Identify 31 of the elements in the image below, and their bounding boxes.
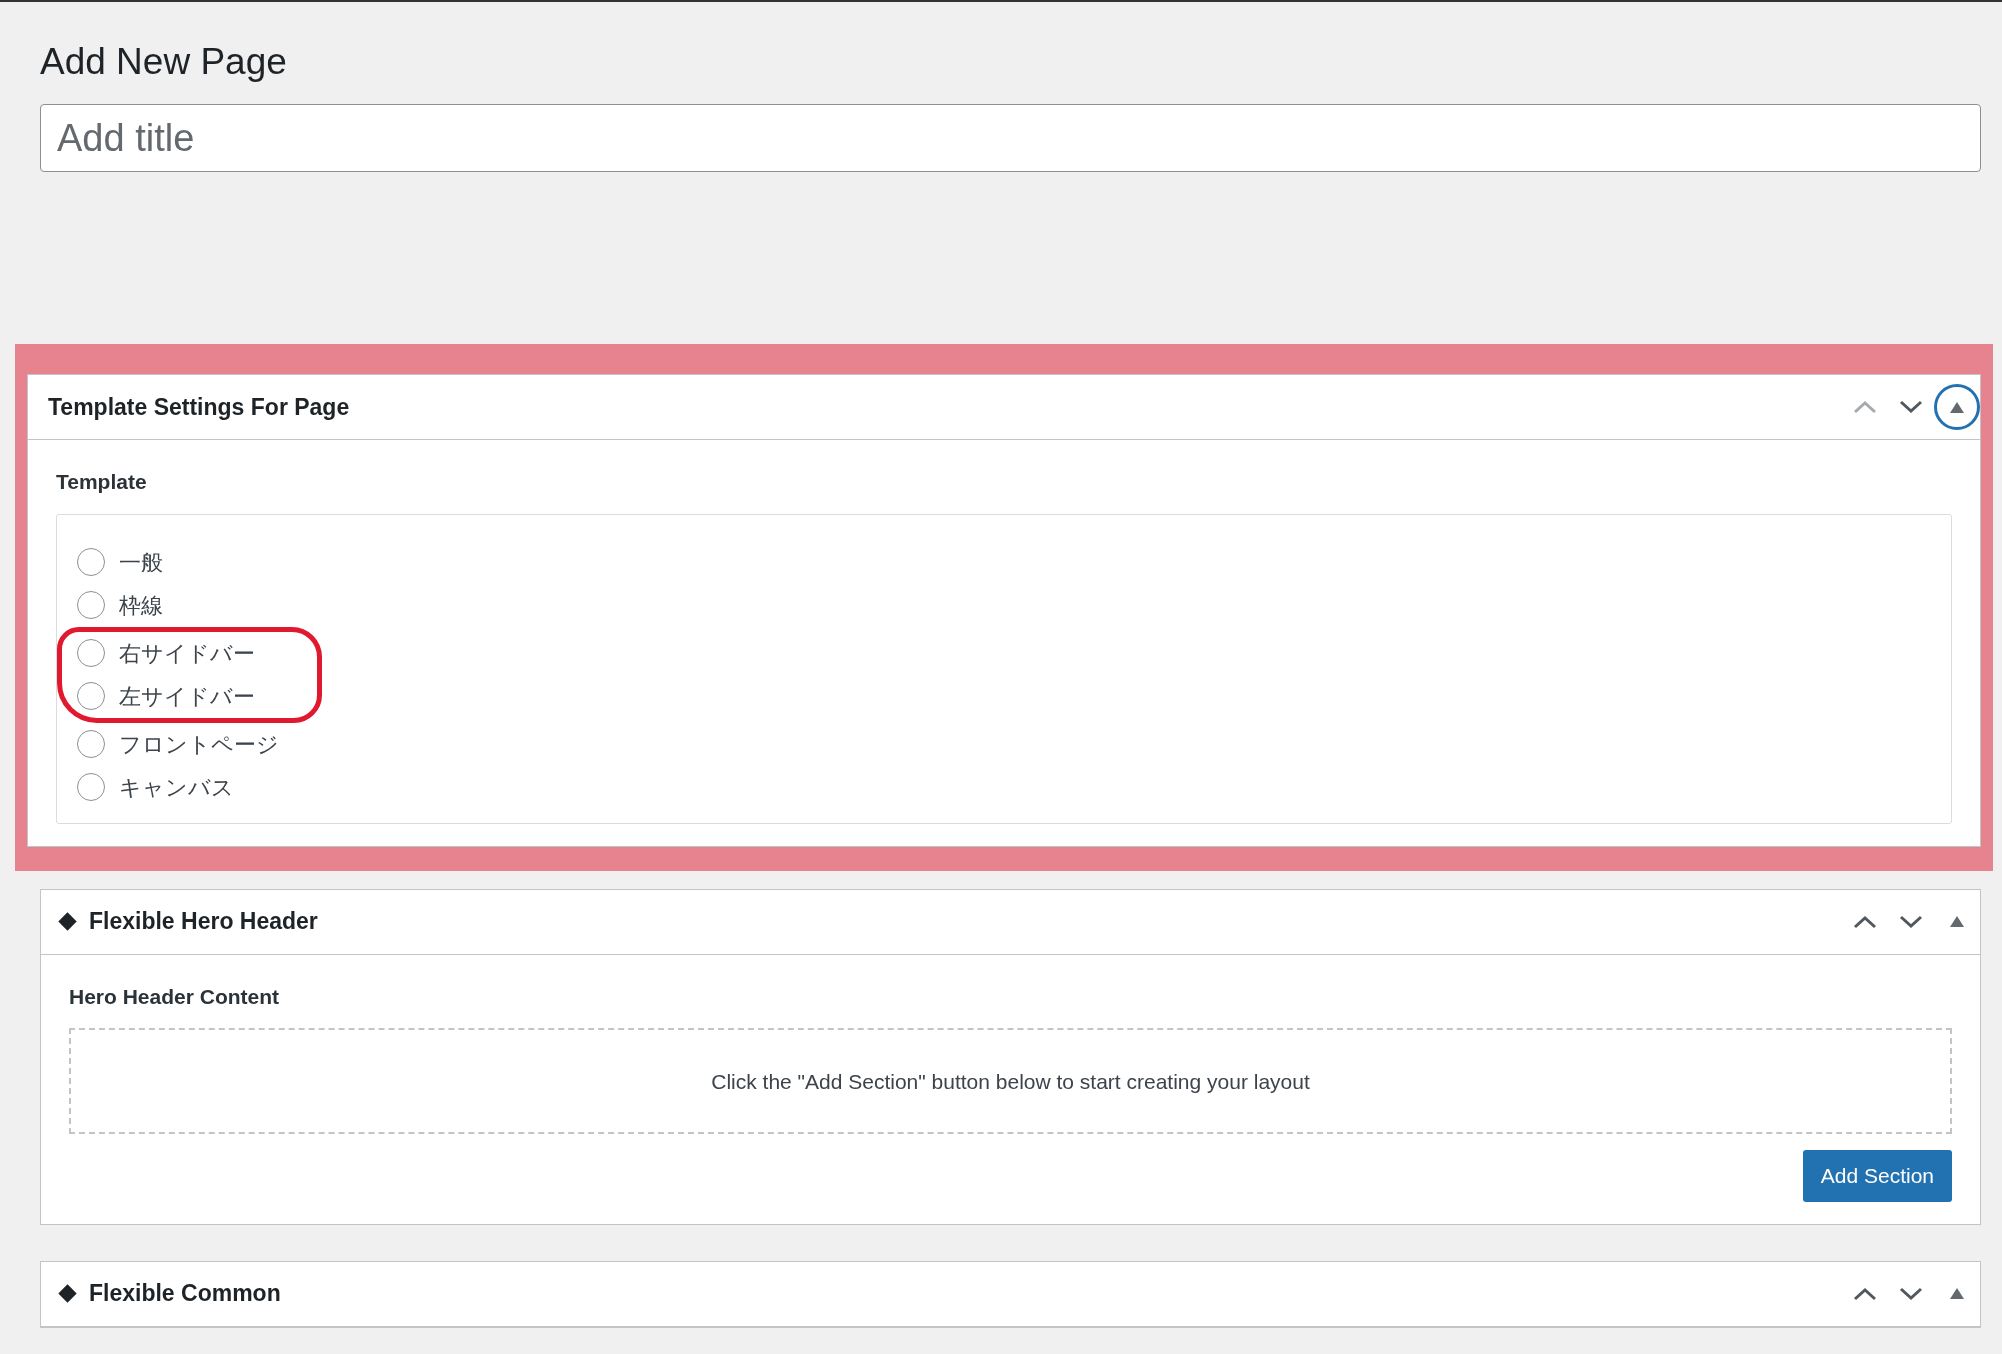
chevron-down-icon (1899, 400, 1923, 415)
chevron-down-icon (1899, 1286, 1923, 1301)
chevron-up-icon (1853, 914, 1877, 929)
triangle-up-icon (1950, 1288, 1964, 1300)
radio-label: フロントページ (119, 730, 279, 759)
field-label: Hero Header Content (69, 983, 281, 1010)
radio-label: 枠線 (119, 591, 163, 620)
collapse-toggle-button[interactable] (1934, 384, 1980, 431)
radio-label: 一般 (119, 548, 163, 577)
radio-label: 左サイドバー (119, 682, 255, 711)
radio-button[interactable] (77, 591, 105, 620)
title-field[interactable]: Add title (40, 104, 1981, 173)
page-heading: Add New Page (40, 40, 288, 84)
chevron-up-icon (1853, 1286, 1877, 1301)
chevron-up-icon (1853, 400, 1877, 415)
panel-title: Template Settings For Page (48, 393, 350, 422)
field-label: Template (56, 469, 148, 496)
radio-label: 右サイドバー (119, 639, 255, 668)
triangle-up-icon (1950, 401, 1964, 413)
radio-button[interactable] (77, 639, 105, 668)
radio-button[interactable] (77, 773, 105, 802)
add-section-button[interactable]: Add Section (1802, 1150, 1952, 1202)
radio-label: キャンバス (119, 773, 234, 802)
panel-title: Flexible Common (89, 1280, 281, 1308)
radio-button[interactable] (77, 548, 105, 577)
triangle-up-icon (1950, 916, 1964, 928)
chevron-down-icon (1899, 914, 1923, 929)
radio-button[interactable] (77, 730, 105, 759)
empty-layout-message: Click the "Add Section" button below to start creating your layout (69, 1028, 1952, 1135)
panel-title: Flexible Hero Header (89, 908, 318, 936)
radio-button[interactable] (77, 682, 105, 711)
